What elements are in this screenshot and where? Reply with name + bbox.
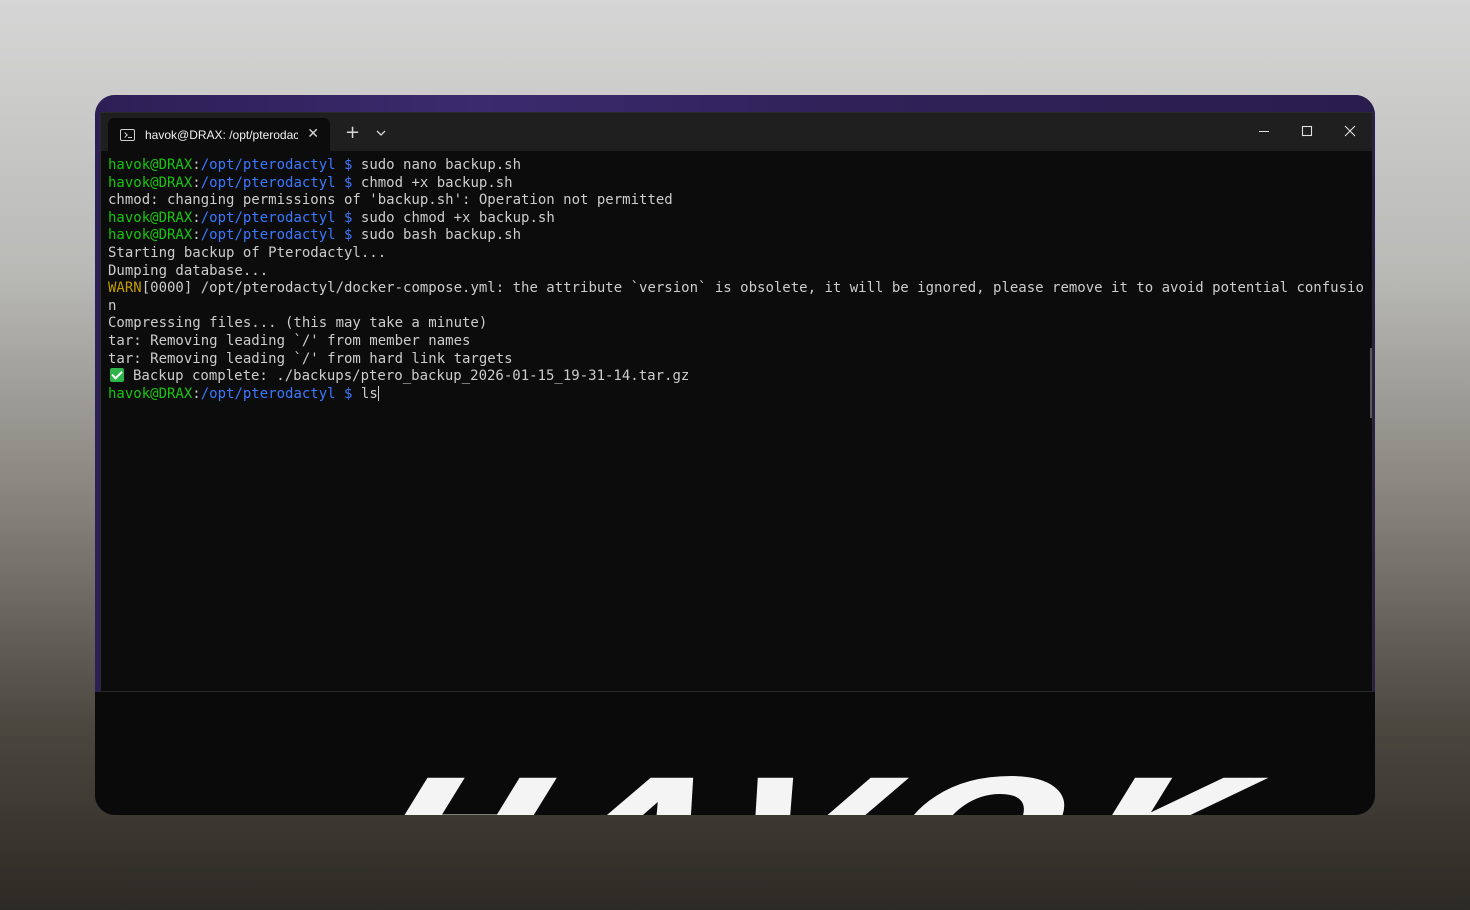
command-text: sudo nano backup.sh	[360, 157, 522, 173]
title-bar[interactable]: havok@DRAX: /opt/pterodactyl ✕ +	[101, 113, 1372, 151]
prompt-separator: :	[192, 385, 201, 402]
terminal-line: havok@DRAX:/opt/pterodactyl $ sudo nano …	[108, 157, 1362, 175]
command-text: sudo bash backup.sh	[360, 227, 522, 244]
text-cursor	[377, 385, 379, 401]
prompt-user-host: havok@DRAX	[108, 209, 193, 226]
terminal-window: havok@DRAX: /opt/pterodactyl ✕ + havok@D…	[100, 112, 1373, 692]
close-window-icon[interactable]	[1328, 113, 1372, 149]
command-text: sudo chmod +x backup.sh	[360, 209, 555, 226]
prompt-user-host: havok@DRAX	[108, 385, 193, 402]
prompt-symbol: $	[335, 227, 361, 244]
chevron-down-icon[interactable]	[372, 124, 390, 142]
output-text: tar: Removing leading `/' from hard link…	[108, 350, 513, 367]
prompt-path: /opt/pterodactyl	[200, 385, 336, 402]
prompt-user-host: havok@DRAX	[108, 157, 193, 173]
prompt-separator: :	[192, 227, 201, 244]
terminal-line: tar: Removing leading `/' from hard link…	[108, 351, 1362, 369]
prompt-user-host: havok@DRAX	[108, 227, 193, 244]
output-text: Starting backup of Pterodactyl...	[108, 244, 387, 261]
output-text: [0000] /opt/pterodactyl/docker-compose.y…	[141, 280, 1364, 297]
tab-title: havok@DRAX: /opt/pterodactyl	[145, 127, 298, 142]
warn-tag: WARN	[108, 280, 142, 297]
wallpaper-brand-text: HAVOK	[354, 752, 1286, 815]
prompt-path: /opt/pterodactyl	[200, 174, 336, 191]
prompt-separator: :	[192, 157, 201, 173]
output-text: n	[108, 297, 117, 314]
tab-terminal[interactable]: havok@DRAX: /opt/pterodactyl ✕	[108, 118, 330, 151]
prompt-user-host: havok@DRAX	[108, 174, 193, 191]
minimize-icon[interactable]	[1242, 113, 1286, 149]
command-text: chmod +x backup.sh	[360, 174, 513, 191]
terminal-line: Dumping database...	[108, 263, 1362, 281]
terminal-line: havok@DRAX:/opt/pterodactyl $ sudo chmod…	[108, 210, 1362, 228]
plus-icon[interactable]: +	[345, 123, 360, 143]
prompt-path: /opt/pterodactyl	[200, 209, 336, 226]
maximize-icon[interactable]	[1285, 113, 1329, 149]
terminal-line: havok@DRAX:/opt/pterodactyl $ chmod +x b…	[108, 175, 1362, 193]
output-text: Backup complete: ./backups/ptero_backup_…	[133, 368, 690, 385]
terminal-icon	[120, 128, 135, 141]
command-text: ls	[360, 385, 378, 402]
scrollbar[interactable]	[1370, 348, 1372, 418]
close-icon[interactable]: ✕	[307, 125, 319, 143]
prompt-separator: :	[192, 174, 201, 191]
terminal-line: WARN[0000] /opt/pterodactyl/docker-compo…	[108, 280, 1364, 298]
desktop-wallpaper-frame: HAVOK havok@DRAX: /opt/pterodactyl ✕ + h…	[95, 95, 1375, 815]
prompt-path: /opt/pterodactyl	[200, 157, 336, 173]
terminal-output[interactable]: havok@DRAX:/opt/pterodactyl $ sudo nano …	[108, 157, 1364, 691]
prompt-path: /opt/pterodactyl	[200, 227, 336, 244]
check-mark-icon	[110, 368, 124, 383]
terminal-line: Compressing files... (this may take a mi…	[108, 315, 1362, 333]
terminal-line: Backup complete: ./backups/ptero_backup_…	[108, 368, 1362, 386]
output-text: Dumping database...	[108, 262, 269, 279]
output-text: chmod: changing permissions of 'backup.s…	[108, 192, 673, 209]
prompt-symbol: $	[335, 385, 361, 402]
terminal-line: chmod: changing permissions of 'backup.s…	[108, 192, 1362, 210]
terminal-line: havok@DRAX:/opt/pterodactyl $ sudo bash …	[108, 227, 1362, 245]
terminal-line: tar: Removing leading `/' from member na…	[108, 333, 1362, 351]
output-text: Compressing files... (this may take a mi…	[108, 315, 488, 332]
output-text: tar: Removing leading `/' from member na…	[108, 332, 471, 349]
terminal-line: n	[108, 298, 1362, 316]
prompt-symbol: $	[335, 174, 361, 191]
terminal-line: havok@DRAX:/opt/pterodactyl $ ls	[108, 385, 1362, 404]
prompt-separator: :	[192, 209, 201, 226]
prompt-symbol: $	[335, 209, 361, 226]
terminal-line: Starting backup of Pterodactyl...	[108, 245, 1362, 263]
prompt-symbol: $	[335, 157, 361, 173]
